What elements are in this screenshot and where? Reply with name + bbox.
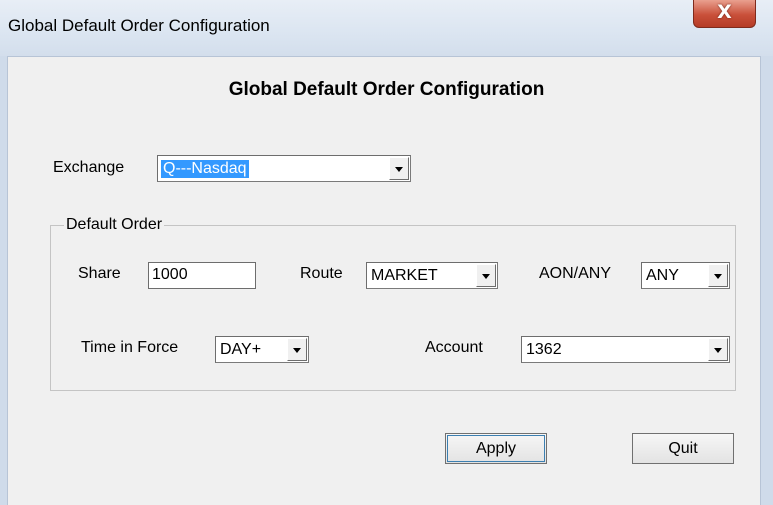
dialog-heading: Global Default Order Configuration: [228, 79, 545, 100]
share-input[interactable]: [148, 262, 256, 289]
account-value: 1362: [526, 341, 562, 358]
window-frame-right: [760, 56, 773, 505]
window-title: Global Default Order Configuration: [8, 16, 270, 35]
time-in-force-value: DAY+: [220, 341, 262, 358]
account-select[interactable]: 1362: [521, 336, 730, 363]
aon-any-select[interactable]: ANY: [641, 262, 730, 289]
route-select[interactable]: MARKET: [366, 262, 498, 289]
chevron-down-icon[interactable]: [708, 338, 728, 361]
route-label: Route: [300, 265, 343, 282]
chevron-down-icon[interactable]: [476, 264, 496, 287]
chevron-down-icon[interactable]: [708, 264, 728, 287]
exchange-label: Exchange: [53, 159, 125, 176]
default-order-legend: Default Order: [64, 216, 165, 234]
default-order-group: [50, 225, 736, 391]
aon-any-label: AON/ANY: [539, 265, 612, 282]
share-label: Share: [78, 265, 121, 282]
chevron-down-icon[interactable]: [287, 338, 307, 361]
close-icon: X: [717, 1, 732, 23]
time-in-force-select[interactable]: DAY+: [215, 336, 309, 363]
account-label: Account: [425, 339, 483, 356]
exchange-select[interactable]: Q---Nasdaq: [157, 155, 411, 182]
quit-button[interactable]: Quit: [632, 433, 734, 464]
exchange-value: Q---Nasdaq: [161, 160, 249, 178]
chevron-down-icon[interactable]: [389, 157, 409, 180]
route-value: MARKET: [371, 267, 438, 284]
aon-any-value: ANY: [646, 267, 679, 284]
share-field[interactable]: [152, 266, 247, 284]
window-frame-left: [0, 56, 8, 505]
title-bar: Global Default Order Configuration: [0, 0, 773, 57]
close-button[interactable]: X: [693, 0, 756, 28]
apply-button[interactable]: Apply: [445, 433, 547, 464]
time-in-force-label: Time in Force: [81, 339, 179, 356]
